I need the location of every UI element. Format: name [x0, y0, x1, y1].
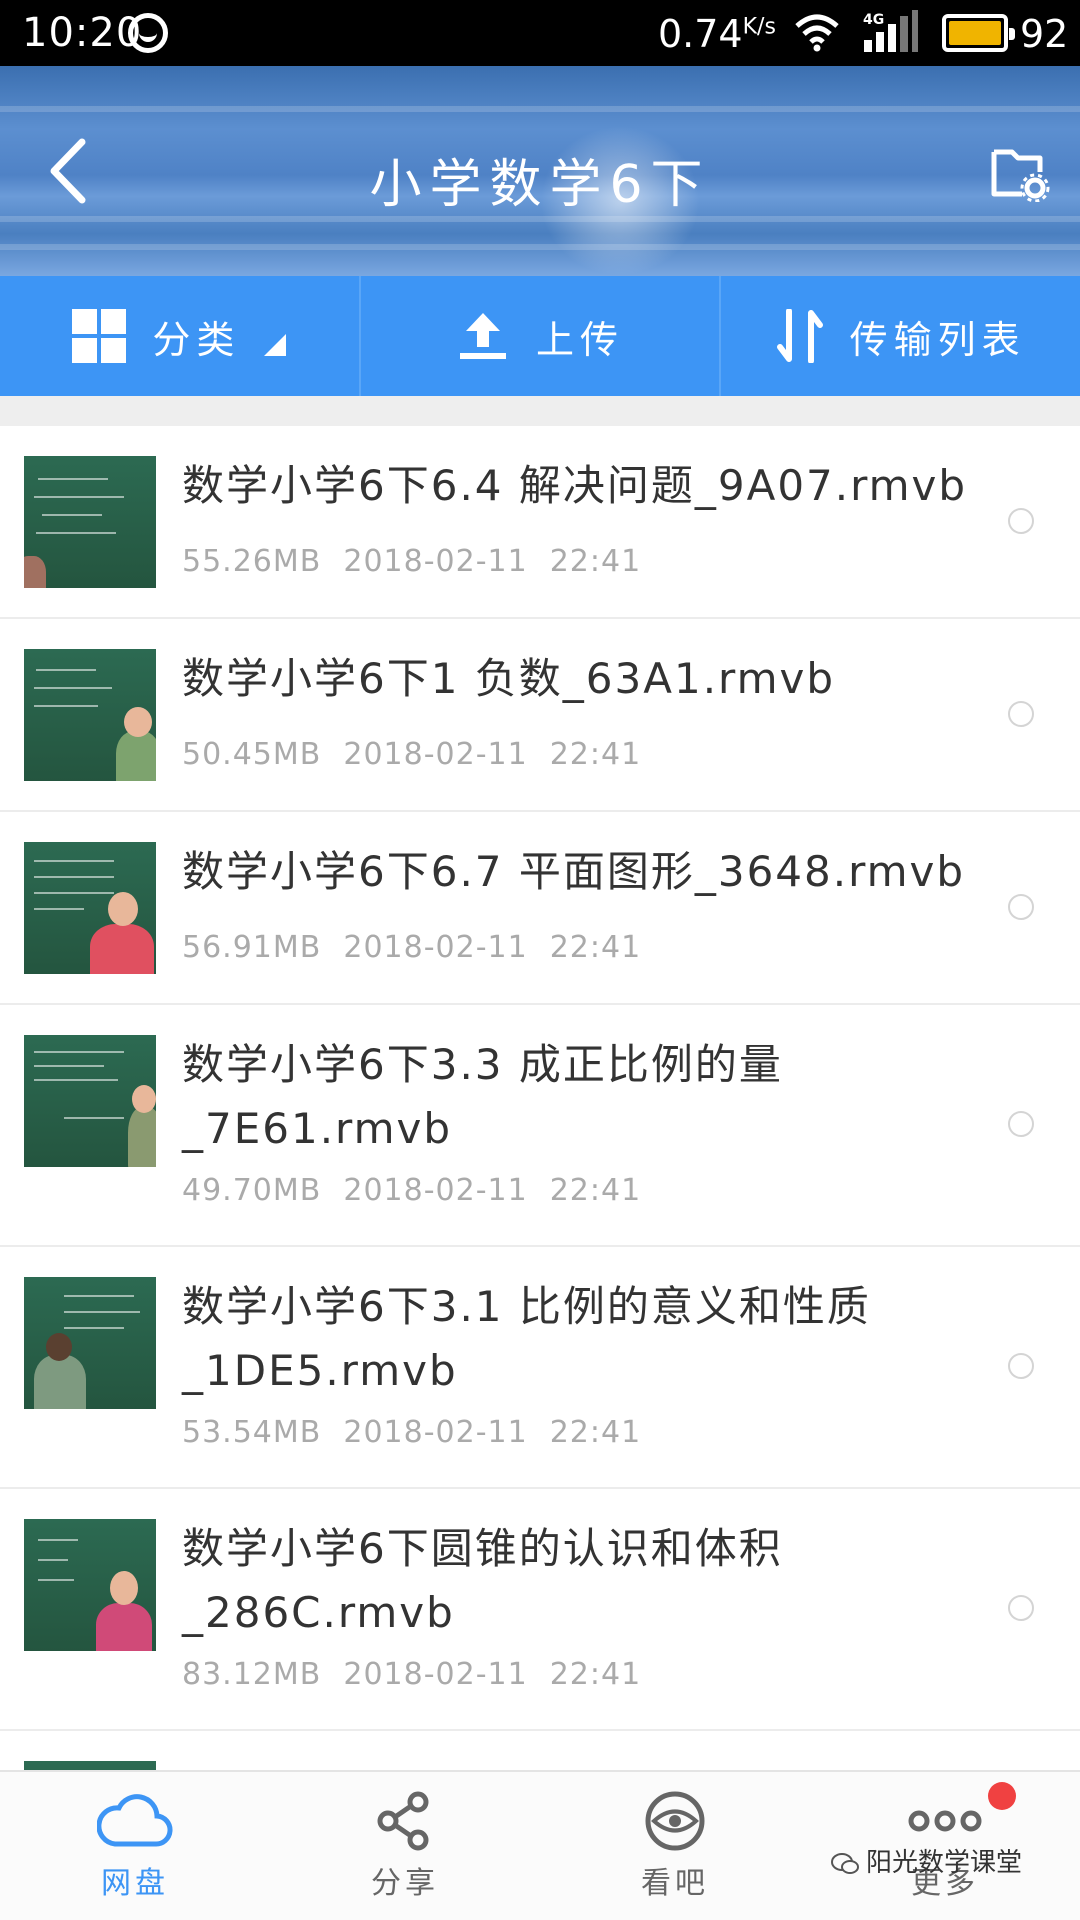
video-thumbnail — [24, 1761, 156, 1770]
file-name: 数学小学6下圆锥的认识和体积_286C.rmvb — [182, 1524, 783, 1637]
file-size: 55.26MB — [182, 544, 322, 579]
header-wave — [0, 106, 1080, 112]
select-radio[interactable] — [1008, 1353, 1034, 1379]
file-time: 22:41 — [549, 1415, 642, 1450]
file-meta: 55.26MB 2018-02-11 22:41 — [182, 544, 641, 579]
video-thumbnail — [24, 1277, 156, 1409]
upload-icon — [460, 313, 506, 359]
file-size: 53.54MB — [182, 1415, 322, 1450]
status-time: 10:20 — [22, 10, 143, 56]
nav-netdisk[interactable]: 网盘 — [0, 1772, 270, 1920]
file-time: 22:41 — [549, 930, 642, 965]
file-name: 数学小学6下6.7 平面图形_3648.rmvb — [182, 847, 966, 896]
select-radio[interactable] — [1008, 1111, 1034, 1137]
wifi-icon — [795, 14, 839, 52]
share-icon — [377, 1791, 429, 1851]
separator — [0, 396, 1080, 426]
file-name: 数学小学6下6.4 解决问题_9A07.rmvb — [182, 461, 968, 510]
dropdown-triangle-icon — [264, 334, 287, 356]
file-size: 56.91MB — [182, 930, 322, 965]
category-button[interactable]: 分类 — [0, 276, 359, 396]
network-speed: 0.74K/s — [658, 12, 776, 56]
file-meta: 83.12MB 2018-02-11 22:41 — [182, 1657, 641, 1692]
file-size: 83.12MB — [182, 1657, 322, 1692]
select-radio[interactable] — [1008, 701, 1034, 727]
video-thumbnail — [24, 456, 156, 588]
file-name: 数学小学6下3.3 成正比例的量_7E61.rmvb — [182, 1040, 783, 1153]
nav-watch-label: 看吧 — [641, 1866, 709, 1901]
nav-share[interactable]: 分享 — [270, 1772, 540, 1920]
nav-watch[interactable]: 看吧 — [540, 1772, 810, 1920]
file-date: 2018-02-11 — [343, 737, 528, 772]
header: 小学数学6下 — [0, 66, 1080, 276]
wechat-icon — [831, 1852, 859, 1874]
select-radio[interactable] — [1008, 894, 1034, 920]
upload-label: 上传 — [536, 317, 625, 362]
list-item[interactable]: 数学小学6下圆锥的认识和体积_286C.rmvb 83.12MB 2018-02-… — [0, 1489, 1080, 1731]
watermark-text: 阳光数学课堂 — [866, 1848, 1023, 1878]
list-item[interactable]: 数学小学6下3.1 比例的意义和性质_1DE5.rmvb 53.54MB 2018… — [0, 1247, 1080, 1489]
file-date: 2018-02-11 — [343, 1415, 528, 1450]
file-date: 2018-02-11 — [343, 930, 528, 965]
watermark: 阳光数学课堂 — [830, 1842, 1022, 1879]
notification-badge — [988, 1782, 1016, 1810]
file-meta: 49.70MB 2018-02-11 22:41 — [182, 1173, 641, 1208]
file-size: 49.70MB — [182, 1173, 322, 1208]
status-bar: 10:20 0.74K/s 4G 92 — [0, 0, 1080, 66]
file-date: 2018-02-11 — [343, 1657, 528, 1692]
battery-level: 92 — [1020, 12, 1069, 56]
file-meta: 53.54MB 2018-02-11 22:41 — [182, 1415, 641, 1450]
upload-button[interactable]: 上传 — [358, 276, 720, 396]
file-date: 2018-02-11 — [343, 1173, 528, 1208]
file-time: 22:41 — [549, 1657, 642, 1692]
grid-icon — [72, 309, 127, 363]
file-meta: 50.45MB 2018-02-11 22:41 — [182, 737, 641, 772]
select-radio[interactable] — [1008, 508, 1034, 534]
video-thumbnail — [24, 842, 156, 974]
transfer-icon — [776, 309, 823, 363]
eye-icon — [645, 1791, 705, 1851]
video-thumbnail — [24, 1519, 156, 1651]
notification-icon — [128, 13, 168, 53]
file-time: 22:41 — [549, 1173, 642, 1208]
file-meta: 56.91MB 2018-02-11 22:41 — [182, 930, 641, 965]
file-list: 数学小学6下6.4 解决问题_9A07.rmvb 55.26MB 2018-02-… — [0, 426, 1080, 1770]
folder-settings-icon[interactable] — [990, 144, 1050, 202]
file-date: 2018-02-11 — [343, 544, 528, 579]
category-label: 分类 — [152, 317, 241, 362]
page-title: 小学数学6下 — [369, 155, 711, 215]
nav-netdisk-label: 网盘 — [101, 1866, 169, 1901]
list-item[interactable]: 数学小学6下6.4 解决问题_9A07.rmvb 55.26MB 2018-02-… — [0, 426, 1080, 619]
speed-value: 0.74 — [658, 12, 743, 56]
transfer-list-label: 传输列表 — [849, 317, 1026, 362]
list-item[interactable]: 数学小学6下3.3 成正比例的量_7E61.rmvb 49.70MB 2018-0… — [0, 1005, 1080, 1247]
battery-icon — [942, 14, 1015, 52]
speed-unit: K/s — [742, 14, 776, 40]
nav-share-label: 分享 — [371, 1866, 439, 1901]
transfer-list-button[interactable]: 传输列表 — [719, 276, 1080, 396]
signal-icon — [864, 10, 918, 52]
list-item[interactable] — [0, 1731, 1080, 1770]
file-time: 22:41 — [549, 544, 642, 579]
file-name: 数学小学6下3.1 比例的意义和性质_1DE5.rmvb — [182, 1282, 871, 1395]
file-name: 数学小学6下1 负数_63A1.rmvb — [182, 654, 835, 703]
file-size: 50.45MB — [182, 737, 322, 772]
select-radio[interactable] — [1008, 1595, 1034, 1621]
cloud-icon — [97, 1794, 173, 1847]
action-bar: 分类 上传 传输列表 — [0, 276, 1080, 396]
list-item[interactable]: 数学小学6下1 负数_63A1.rmvb 50.45MB 2018-02-11 22… — [0, 619, 1080, 812]
list-item[interactable]: 数学小学6下6.7 平面图形_3648.rmvb 56.91MB 2018-02-… — [0, 812, 1080, 1005]
file-time: 22:41 — [549, 737, 642, 772]
video-thumbnail — [24, 1035, 156, 1167]
video-thumbnail — [24, 649, 156, 781]
